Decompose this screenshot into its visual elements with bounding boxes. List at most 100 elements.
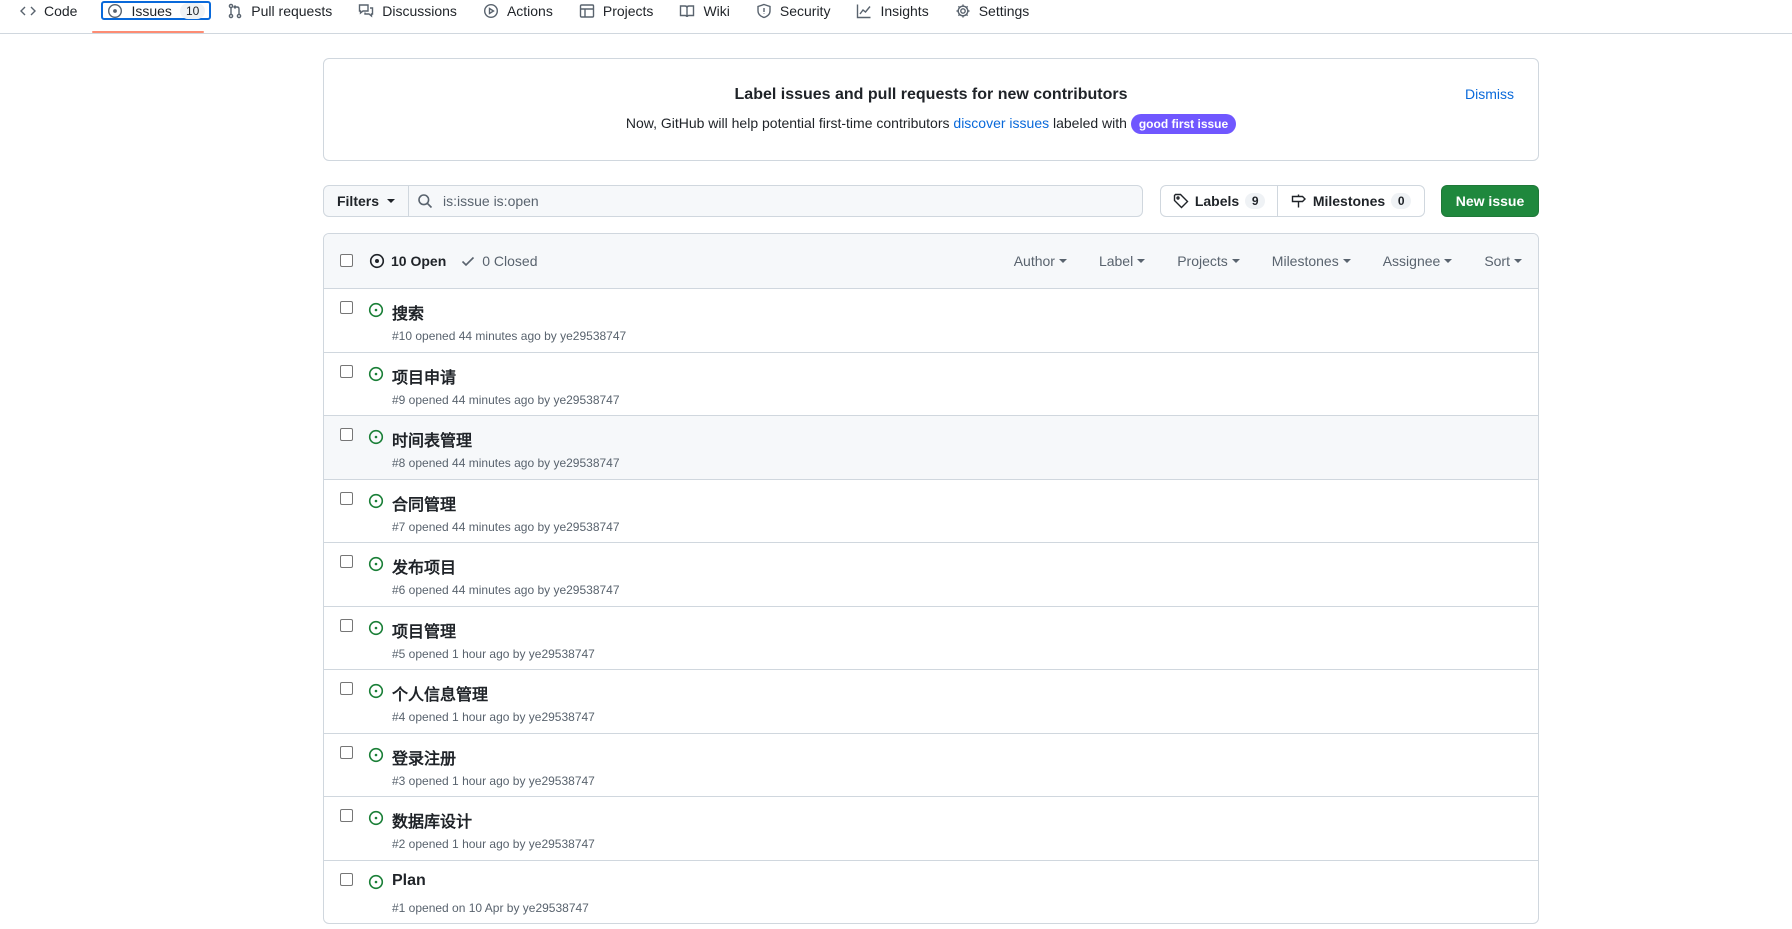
open-label: 10 Open <box>391 253 447 269</box>
milestones-label: Milestones <box>1312 193 1386 209</box>
issue-opened-icon <box>368 493 384 508</box>
author-filter[interactable]: Author <box>1014 253 1067 269</box>
tab-label: Projects <box>602 3 654 19</box>
good-first-issue-label[interactable]: good first issue <box>1130 114 1237 134</box>
issue-opened-icon <box>368 429 384 445</box>
shield-icon <box>757 3 771 19</box>
issue-checkbox[interactable] <box>340 301 353 314</box>
issue-opened-icon <box>368 302 384 318</box>
issue-opened-icon <box>368 810 384 826</box>
issue-checkbox[interactable] <box>340 618 353 632</box>
issue-title-link[interactable]: 项目申请 <box>392 364 456 388</box>
tab-security[interactable]: Security <box>754 0 841 22</box>
issue-title-link[interactable]: 项目管理 <box>392 618 456 642</box>
dismiss-link[interactable]: Dismiss <box>1465 86 1514 102</box>
sorter-label: Author <box>1013 253 1055 269</box>
milestones-button[interactable]: Milestones 0 <box>1278 186 1424 216</box>
label-filter[interactable]: Label <box>1098 253 1146 269</box>
tab-issues[interactable]: Issues 10 <box>101 1 212 20</box>
issues-counter: 10 <box>179 2 206 19</box>
discover-issues-link[interactable]: discover issues <box>953 115 1049 131</box>
tab-projects[interactable]: Projects <box>577 0 664 22</box>
issue-meta: #1 opened on 10 Apr by ye29538747 <box>392 900 589 915</box>
issue-title-link[interactable]: 搜索 <box>392 300 424 324</box>
tab-label: Discussions <box>382 3 457 19</box>
labels-button[interactable]: Labels 9 <box>1161 186 1278 216</box>
new-issue-button[interactable]: New issue <box>1441 185 1539 217</box>
tab-discussions[interactable]: Discussions <box>356 0 467 22</box>
table-row[interactable]: 合同管理 #7 opened 44 minutes ago by ye29538… <box>324 480 1538 543</box>
banner-title: Label issues and pull requests for new c… <box>734 86 1128 103</box>
issue-checkbox[interactable] <box>340 745 353 759</box>
tab-pull-requests[interactable]: Pull requests <box>225 0 342 22</box>
tab-code[interactable]: Code <box>18 0 87 22</box>
issue-title-link[interactable]: 合同管理 <box>392 491 456 515</box>
tab-actions[interactable]: Actions <box>481 0 563 22</box>
filters-label: Filters <box>336 193 379 209</box>
tab-insights[interactable]: Insights <box>854 0 938 22</box>
issue-meta: #9 opened 44 minutes ago by ye29538747 <box>392 392 620 407</box>
table-row[interactable]: 个人信息管理 #4 opened 1 hour ago by ye2953874… <box>324 670 1538 734</box>
book-icon <box>680 5 695 18</box>
issue-title-link[interactable]: 时间表管理 <box>392 427 472 451</box>
issue-opened-icon <box>369 253 385 269</box>
issue-sorters: Author Label Projects Milestones Assigne… <box>982 253 1522 269</box>
issue-title-link[interactable]: 登录注册 <box>392 745 456 769</box>
assignee-filter[interactable]: Assignee <box>1383 253 1453 269</box>
filters-button[interactable]: Filters <box>323 185 409 217</box>
sorter-label: Assignee <box>1382 253 1441 269</box>
table-row[interactable]: Plan #1 opened on 10 Apr by ye29538747 <box>324 861 1538 924</box>
labels-milestones-group: Labels 9 Milestones 0 <box>1160 185 1425 217</box>
table-row[interactable]: 项目申请 #9 opened 44 minutes ago by ye29538… <box>324 353 1538 416</box>
table-row[interactable]: 发布项目 #6 opened 44 minutes ago by ye29538… <box>324 543 1538 607</box>
tab-label: Settings <box>978 3 1030 19</box>
play-icon <box>483 3 498 19</box>
issue-checkbox[interactable] <box>340 428 353 441</box>
comment-discussion-icon <box>359 4 374 18</box>
check-icon <box>462 256 475 267</box>
issue-opened-icon <box>368 366 384 381</box>
table-row[interactable]: 时间表管理 #8 opened 44 minutes ago by ye2953… <box>324 416 1538 480</box>
tab-settings[interactable]: Settings <box>953 0 1040 22</box>
sorter-label: Label <box>1098 253 1134 269</box>
table-row[interactable]: 登录注册 #3 opened 1 hour ago by ye29538747 <box>324 734 1538 797</box>
issue-checkbox[interactable] <box>340 555 353 568</box>
search-field[interactable] <box>408 185 1143 217</box>
issue-opened-icon <box>108 3 123 18</box>
milestone-icon <box>1291 194 1306 208</box>
table-row[interactable]: 项目管理 #5 opened 1 hour ago by ye29538747 <box>324 607 1538 670</box>
table-row[interactable]: 搜索 #10 opened 44 minutes ago by ye295387… <box>324 289 1538 353</box>
chevron-down-icon <box>1514 259 1522 263</box>
issue-checkbox[interactable] <box>340 364 353 378</box>
labels-counter: 9 <box>1245 193 1266 209</box>
git-pull-request-icon <box>228 3 242 19</box>
graph-icon <box>857 4 871 19</box>
chevron-down-icon <box>387 199 395 203</box>
table-row[interactable]: 数据库设计 #2 opened 1 hour ago by ye29538747 <box>324 797 1538 861</box>
closed-label: 0 Closed <box>482 253 538 269</box>
issue-title-link[interactable]: 数据库设计 <box>392 808 472 832</box>
issue-title-link[interactable]: 发布项目 <box>392 554 456 578</box>
chevron-down-icon <box>1231 259 1240 263</box>
projects-filter[interactable]: Projects <box>1177 253 1240 269</box>
issue-title-link[interactable]: Plan <box>392 872 426 890</box>
issue-meta: #8 opened 44 minutes ago by ye29538747 <box>392 456 620 470</box>
tag-icon <box>1173 193 1189 209</box>
filter-bar: Filters Labels 9 Milestones 0 New issue <box>323 185 1539 217</box>
closed-issues-link[interactable]: 0 Closed <box>460 253 538 269</box>
open-issues-link[interactable]: 10 Open <box>369 253 446 269</box>
sort-dropdown[interactable]: Sort <box>1484 253 1522 269</box>
issue-checkbox[interactable] <box>340 872 353 886</box>
issue-opened-icon <box>368 556 384 572</box>
search-input[interactable] <box>443 193 1043 209</box>
issue-title-link[interactable]: 个人信息管理 <box>392 681 488 705</box>
issue-checkbox[interactable] <box>340 809 353 822</box>
milestones-filter[interactable]: Milestones <box>1272 253 1351 269</box>
tab-label: Wiki <box>703 3 730 19</box>
issue-checkbox[interactable] <box>340 491 353 505</box>
issue-checkbox[interactable] <box>340 682 353 695</box>
select-all-checkbox[interactable] <box>340 254 353 267</box>
tab-wiki[interactable]: Wiki <box>677 0 739 22</box>
new-contributors-banner: Label issues and pull requests for new c… <box>323 58 1539 161</box>
repo-nav: Code Issues 10 Pull requests Discussions… <box>0 0 1792 34</box>
